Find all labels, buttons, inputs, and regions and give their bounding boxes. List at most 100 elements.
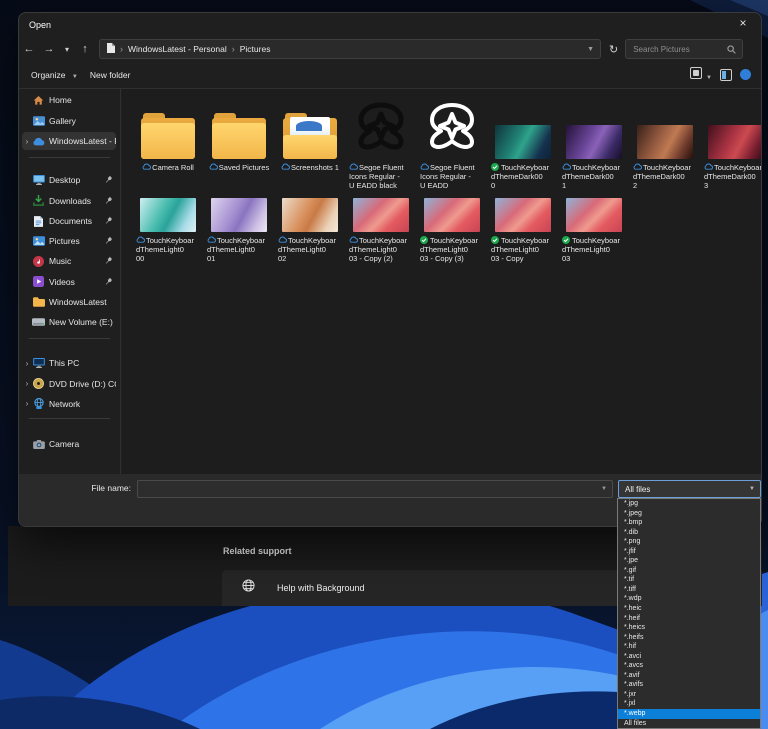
file-type-option[interactable]: *.tiff xyxy=(618,585,760,595)
file-item[interactable]: TouchKeyboar dThemeDark00 1 xyxy=(562,101,626,190)
file-item[interactable]: TouchKeyboar dThemeLight0 03 - Copy (3) xyxy=(420,196,484,263)
sidebar-item-desktop[interactable]: Desktop xyxy=(22,171,116,189)
file-item[interactable]: TouchKeyboar dThemeLight0 00 xyxy=(136,196,200,263)
file-item[interactable]: TouchKeyboar dThemeLight0 03 - Copy xyxy=(491,196,555,263)
file-type-option[interactable]: *.jfif xyxy=(618,547,760,557)
file-type-option[interactable]: *.avci xyxy=(618,652,760,662)
breadcrumb-item-onedrive[interactable]: WindowsLatest - Personal xyxy=(128,44,227,54)
sidebar-item-dvd-drive-d-ccc[interactable]: › DVD Drive (D:) CCC xyxy=(22,375,116,393)
file-item[interactable]: Saved Pictures xyxy=(207,101,271,172)
sidebar-item-gallery[interactable]: Gallery xyxy=(22,112,116,130)
open-file-dialog: Open × ← → ▾ ↑ › WindowsLatest - Persona… xyxy=(18,12,762,527)
sidebar-item-camera[interactable]: Camera xyxy=(22,435,116,453)
sidebar-item-windowslatest-pe[interactable]: ›WindowsLatest - Pe xyxy=(22,132,116,150)
file-type-option[interactable]: *.heif xyxy=(618,614,760,624)
expander-icon[interactable]: › xyxy=(22,379,32,388)
cloud-status-icon xyxy=(420,163,428,171)
preview-pane-icon[interactable] xyxy=(720,69,732,81)
image-thumbnail xyxy=(495,125,551,159)
file-type-option[interactable]: *.heic xyxy=(618,604,760,614)
file-type-option[interactable]: *.heics xyxy=(618,623,760,633)
file-type-option[interactable]: *.png xyxy=(618,537,760,547)
help-icon[interactable] xyxy=(740,69,751,80)
sidebar-item-label: New Volume (E:) xyxy=(49,317,116,327)
breadcrumb[interactable]: › WindowsLatest - Personal › Pictures ▼ xyxy=(99,39,601,59)
file-type-option[interactable]: *.tif xyxy=(618,575,760,585)
expander-icon[interactable]: › xyxy=(22,137,32,146)
file-type-option[interactable]: *.webp xyxy=(618,709,760,719)
folder-icon xyxy=(212,113,266,159)
sidebar-divider xyxy=(29,338,110,339)
sidebar-item-this-pc[interactable]: ›This PC xyxy=(22,354,116,372)
organize-button[interactable]: Organize ▼ xyxy=(31,70,78,80)
file-item[interactable]: TouchKeyboar dThemeLight0 03 xyxy=(562,196,626,263)
file-name-input[interactable]: ▼ xyxy=(137,480,613,498)
file-type-option[interactable]: *.jpe xyxy=(618,556,760,566)
file-item[interactable]: Screenshots 1 xyxy=(278,101,342,172)
forward-icon[interactable]: → xyxy=(39,43,59,55)
refresh-icon[interactable]: ↻ xyxy=(609,43,618,56)
file-item[interactable]: Camera Roll xyxy=(136,101,200,172)
sidebar-item-music[interactable]: Music xyxy=(22,252,116,270)
file-type-option[interactable]: *.jxr xyxy=(618,690,760,700)
sidebar-item-label: Videos xyxy=(49,277,105,287)
sidebar-item-pictures[interactable]: Pictures xyxy=(22,232,116,250)
desktop-icon xyxy=(32,175,45,185)
file-type-option[interactable]: *.avifs xyxy=(618,680,760,690)
file-type-option[interactable]: *.jxl xyxy=(618,699,760,709)
file-item[interactable]: TouchKeyboar dThemeDark00 0 xyxy=(491,101,555,190)
dialog-titlebar[interactable]: Open × xyxy=(19,13,761,37)
breadcrumb-item-pictures[interactable]: Pictures xyxy=(240,44,271,54)
cloud-status-icon xyxy=(209,163,217,171)
sidebar-item-videos[interactable]: Videos xyxy=(22,273,116,291)
file-type-option[interactable]: *.hif xyxy=(618,642,760,652)
search-placeholder: Search Pictures xyxy=(633,45,689,54)
sidebar-item-downloads[interactable]: Downloads xyxy=(22,192,116,210)
expander-icon[interactable]: › xyxy=(22,399,32,408)
close-icon[interactable]: × xyxy=(735,16,751,30)
sidebar-item-windowslatest[interactable]: WindowsLatest xyxy=(22,293,116,311)
file-type-option[interactable]: *.avcs xyxy=(618,661,760,671)
sidebar-item-home[interactable]: Home xyxy=(22,91,116,109)
expander-icon[interactable]: › xyxy=(22,359,32,368)
pin-icon xyxy=(105,236,113,246)
file-type-option[interactable]: *.wdp xyxy=(618,594,760,604)
file-type-option[interactable]: *.heifs xyxy=(618,633,760,643)
new-folder-button[interactable]: New folder xyxy=(90,70,131,80)
sidebar-item-network[interactable]: ›Network xyxy=(22,395,116,413)
address-dropdown-icon[interactable]: ▼ xyxy=(587,46,594,53)
file-label: TouchKeyboar dThemeLight0 03 - Copy (3) xyxy=(420,236,484,263)
file-item[interactable]: TouchKeyboar dThemeDark00 3 xyxy=(704,101,761,190)
file-type-select[interactable]: All files ▼ xyxy=(618,480,761,498)
file-item[interactable]: TouchKeyboar dThemeLight0 02 xyxy=(278,196,342,263)
file-type-option[interactable]: *.jpeg xyxy=(618,509,760,519)
file-item[interactable]: Segoe Fluent Icons Regular - U EADD blac… xyxy=(349,101,413,190)
file-item[interactable]: Segoe Fluent Icons Regular - U EADD xyxy=(420,101,484,190)
back-icon[interactable]: ← xyxy=(19,43,39,55)
pin-icon xyxy=(105,196,113,206)
globe-icon xyxy=(242,579,255,597)
sidebar-item-documents[interactable]: Documents xyxy=(22,212,116,230)
up-icon[interactable]: ↑ xyxy=(75,43,95,55)
breadcrumb-separator: › xyxy=(120,44,123,54)
search-input[interactable]: Search Pictures xyxy=(625,39,743,59)
sidebar-item-label: WindowsLatest xyxy=(49,297,116,307)
sidebar-item-label: Pictures xyxy=(49,236,105,246)
file-item[interactable]: TouchKeyboar dThemeLight0 01 xyxy=(207,196,271,263)
file-item[interactable]: TouchKeyboar dThemeDark00 2 xyxy=(633,101,697,190)
sidebar-item-new-volume-e[interactable]: New Volume (E:) xyxy=(22,313,116,331)
image-thumbnail xyxy=(637,125,693,159)
file-type-option[interactable]: *.avif xyxy=(618,671,760,681)
file-type-option[interactable]: *.gif xyxy=(618,566,760,576)
folder-icon xyxy=(32,297,45,307)
recent-locations-icon[interactable]: ▾ xyxy=(59,45,75,54)
file-type-option[interactable]: *.bmp xyxy=(618,518,760,528)
view-mode-button[interactable]: ▼ xyxy=(690,66,712,84)
file-type-option[interactable]: All files xyxy=(618,719,760,729)
file-type-option[interactable]: *.jpg xyxy=(618,499,760,509)
file-type-option[interactable]: *.dib xyxy=(618,528,760,538)
image-thumbnail xyxy=(353,198,409,232)
file-item[interactable]: TouchKeyboar dThemeLight0 03 - Copy (2) xyxy=(349,196,413,263)
chevron-down-icon: ▼ xyxy=(706,75,712,81)
sidebar-item-label: DVD Drive (D:) CCC xyxy=(49,379,116,389)
